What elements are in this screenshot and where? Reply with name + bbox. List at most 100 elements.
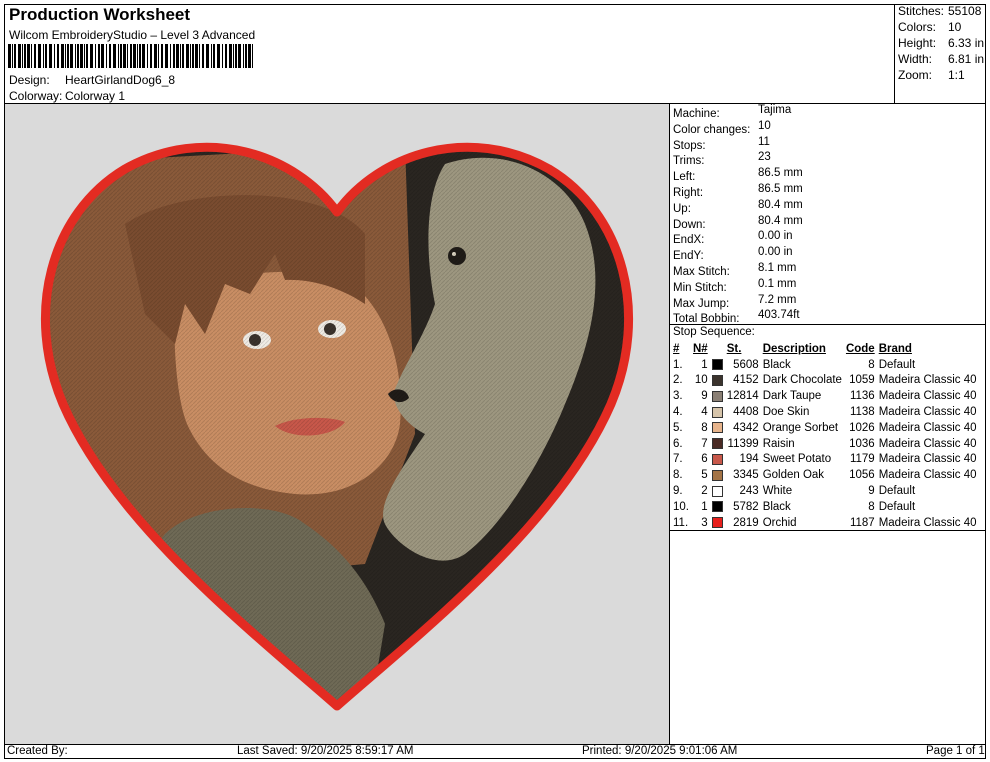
stop-index: 5.: [673, 421, 683, 434]
thread-code: 8: [868, 500, 875, 513]
thread-code: 1059: [849, 374, 875, 387]
needle-number: 4: [701, 406, 708, 419]
needle-number: 7: [701, 437, 708, 450]
thread-brand: Madeira Classic 40: [878, 453, 977, 466]
barcode-bar: [137, 44, 138, 68]
barcode-bar: [22, 44, 23, 68]
barcode-bar: [90, 44, 93, 68]
barcode-bar: [133, 44, 136, 68]
barcode-bar: [161, 44, 163, 68]
stitch-count: 194: [739, 453, 759, 466]
machine-info-row: Color changes: 10: [673, 120, 983, 136]
barcode-bar: [49, 44, 52, 68]
stop-index: 3.: [673, 390, 683, 403]
barcode-bar: [222, 44, 223, 68]
barcode-bar: [14, 44, 16, 68]
barcode-bar: [139, 44, 141, 68]
thread-description: White: [762, 485, 793, 498]
thread-brand: Madeira Classic 40: [878, 437, 977, 450]
machine-info-row: Max Stitch: 8.1 mm: [673, 262, 983, 278]
thread-brand: Default: [878, 358, 916, 371]
barcode-bar: [173, 44, 175, 68]
machine-info-row: Machine: Tajima: [673, 104, 983, 120]
barcode-bar: [186, 44, 189, 68]
stop-index: 9.: [673, 485, 683, 498]
barcode-bar: [165, 44, 168, 68]
stop-index: 2.: [673, 374, 683, 387]
barcode-bar: [77, 44, 79, 68]
barcode-bar: [113, 44, 116, 68]
barcode-bar: [170, 44, 171, 68]
created-by: Created By:: [7, 745, 68, 757]
col-stitches: St.: [726, 342, 742, 355]
machine-info-row: EndY: 0.00 in: [673, 246, 983, 262]
barcode-bar: [8, 44, 11, 68]
thread-description: Dark Taupe: [762, 390, 822, 403]
stop-index: 10.: [673, 500, 689, 513]
design-value: HeartGirlandDog6_8: [65, 73, 176, 87]
thread-description: Golden Oak: [762, 469, 825, 482]
barcode-bar: [252, 44, 253, 68]
thread-color-swatch: [711, 517, 723, 529]
color-swatch: [710, 483, 725, 499]
machine-info-label: Right:: [673, 186, 704, 199]
last-saved: Last Saved: 9/20/2025 8:59:17 AM: [237, 745, 414, 757]
stop-row: 6. 7 11399 Raisin 1036 Madeira Classic 40: [671, 436, 979, 452]
machine-info-label: EndX:: [673, 234, 705, 247]
stop-table-bottom-line: [669, 530, 986, 531]
col-brand: Brand: [878, 342, 912, 355]
color-swatch: [710, 388, 725, 404]
stop-index: 1.: [673, 358, 683, 371]
color-swatch: [710, 452, 725, 468]
color-swatch: [710, 420, 725, 436]
machine-info-row: EndX: 0.00 in: [673, 230, 983, 246]
barcode-bar: [243, 44, 244, 68]
barcode-bar: [245, 44, 247, 68]
barcode-bar: [233, 44, 234, 68]
stat-colors: Colors: 10: [898, 20, 962, 34]
thread-description: Black: [762, 358, 791, 371]
needle-number: 2: [701, 485, 708, 498]
stop-row: 1. 1 5608 Black 8 Default: [671, 357, 979, 373]
stitch-count: 5608: [733, 358, 759, 371]
page-number: Page 1 of 1: [926, 745, 985, 757]
stat-width: Width: 6.81 in: [898, 52, 985, 66]
stop-index: 6.: [673, 437, 683, 450]
machine-info-label: EndY:: [673, 250, 704, 263]
col-swatch: [710, 341, 725, 357]
machine-info-row: Down: 80.4 mm: [673, 215, 983, 231]
barcode: [8, 44, 253, 68]
barcode-bar: [18, 44, 21, 68]
barcode-bar: [118, 44, 119, 68]
barcode-bar: [67, 44, 69, 68]
color-swatch: [710, 499, 725, 515]
machine-info-label: Trims:: [673, 155, 705, 168]
thread-code: 1179: [849, 453, 875, 466]
stop-index: 7.: [673, 453, 683, 466]
thread-description: Dark Chocolate: [762, 374, 842, 387]
barcode-bar: [98, 44, 100, 68]
machine-info-row: Max Jump: 7.2 mm: [673, 294, 983, 310]
machine-info-value: 80.4 mm: [758, 198, 803, 211]
thread-color-swatch: [711, 390, 723, 402]
barcode-bar: [57, 44, 59, 68]
barcode-bar: [106, 44, 107, 68]
needle-number: 5: [701, 469, 708, 482]
thread-color-swatch: [711, 374, 723, 386]
col-needle: N#: [693, 342, 708, 355]
thread-code: 1136: [849, 390, 875, 403]
thread-description: Raisin: [762, 437, 795, 450]
needle-number: 1: [701, 500, 708, 513]
stop-row: 2. 10 4152 Dark Chocolate 1059 Madeira Classi…: [671, 373, 979, 389]
barcode-bar: [43, 44, 44, 68]
machine-info-row: Total Bobbin: 403.74ft: [673, 309, 983, 325]
col-index: #: [673, 342, 680, 355]
barcode-bar: [84, 44, 85, 68]
thread-brand: Default: [878, 485, 916, 498]
stop-row: 8. 5 3345 Golden Oak 1056 Madeira Classic 40: [671, 467, 979, 483]
barcode-bar: [217, 44, 220, 68]
machine-info-label: Max Jump:: [673, 297, 730, 310]
preview-divider: [669, 104, 670, 744]
barcode-bar: [142, 44, 145, 68]
page-title: Production Worksheet: [9, 5, 191, 24]
